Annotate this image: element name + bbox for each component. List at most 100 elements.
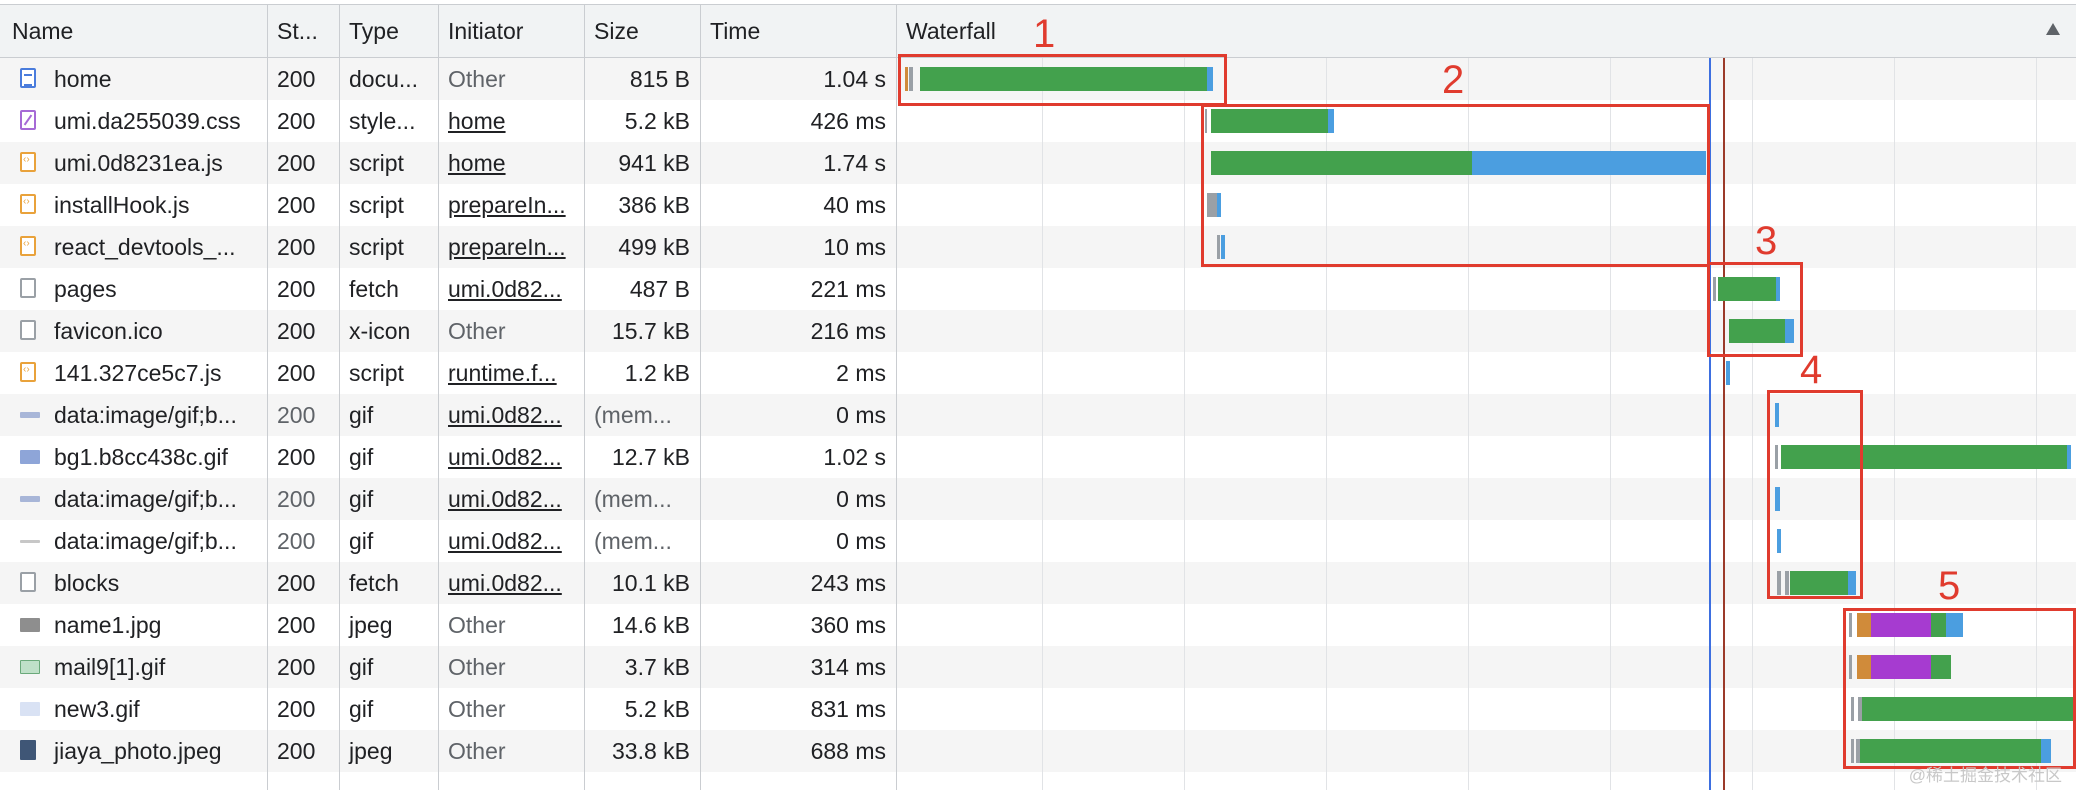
image-icon [20, 702, 40, 716]
table-row[interactable]: bg1.b8cc438c.gif 200 gif umi.0d82... 12.7 kB… [0, 436, 2076, 478]
request-time: 1.04 s [823, 66, 886, 92]
request-initiator[interactable]: umi.0d82... [438, 394, 584, 436]
network-requests-table: Name St... Type Initiator Size Time Wate… [0, 0, 2076, 790]
request-initiator[interactable]: umi.0d82... [438, 562, 584, 604]
fetch-icon [20, 572, 36, 592]
request-time: 40 ms [823, 192, 886, 218]
column-divider[interactable] [267, 4, 268, 790]
request-initiator[interactable]: home [438, 100, 584, 142]
request-type: gif [349, 696, 374, 722]
table-row[interactable]: umi.da255039.css 200 style... home 5.2 kB 426… [0, 100, 2076, 142]
request-name: 141.327ce5c7.js [54, 360, 222, 386]
request-status: 200 [277, 150, 316, 176]
script-icon [20, 152, 36, 172]
request-time: 1.74 s [823, 150, 886, 176]
table-row[interactable]: umi.0d8231ea.js 200 script home 941 kB 1.74 s [0, 142, 2076, 184]
table-row[interactable]: jiaya_photo.jpeg 200 jpeg Other 33.8 kB 688 m… [0, 730, 2076, 772]
column-header-time[interactable]: Time [700, 5, 896, 59]
request-initiator[interactable]: prepareIn... [438, 184, 584, 226]
image-icon [20, 740, 36, 760]
request-type: script [349, 150, 404, 176]
request-type: script [349, 234, 404, 260]
request-size: (mem... [594, 486, 672, 512]
image-icon [20, 660, 40, 674]
document-icon [20, 68, 36, 88]
request-name: umi.0d8231ea.js [54, 150, 223, 176]
script-icon [20, 194, 36, 214]
request-name: data:image/gif;b... [54, 486, 237, 512]
column-header-waterfall[interactable]: Waterfall [896, 5, 2076, 59]
request-time: 0 ms [836, 486, 886, 512]
table-row[interactable]: data:image/gif;b... 200 gif umi.0d82... (mem… [0, 520, 2076, 562]
request-type: style... [349, 108, 416, 134]
table-row[interactable]: name1.jpg 200 jpeg Other 14.6 kB 360 ms [0, 604, 2076, 646]
waterfall-waiting-segment[interactable] [1726, 361, 1730, 385]
request-status: 200 [277, 402, 316, 428]
table-row[interactable]: blocks 200 fetch umi.0d82... 10.1 kB 243 ms [0, 562, 2076, 604]
request-initiator: Other [448, 654, 506, 680]
request-status: 200 [277, 612, 316, 638]
request-initiator[interactable]: runtime.f... [438, 352, 584, 394]
request-status: 200 [277, 360, 316, 386]
request-status: 200 [277, 654, 316, 680]
request-status: 200 [277, 444, 316, 470]
request-size: (mem... [594, 528, 672, 554]
table-row[interactable]: 141.327ce5c7.js 200 script runtime.f... 1.2 … [0, 352, 2076, 394]
sort-ascending-icon[interactable] [2046, 23, 2060, 35]
request-name: react_devtools_... [54, 234, 236, 260]
request-size: 10.1 kB [612, 570, 690, 596]
request-initiator[interactable]: umi.0d82... [438, 268, 584, 310]
request-name: installHook.js [54, 192, 190, 218]
request-initiator[interactable]: umi.0d82... [438, 520, 584, 562]
watermark: @稀土掘金技术社区 [1908, 766, 2062, 785]
request-status: 200 [277, 108, 316, 134]
request-name: blocks [54, 570, 120, 596]
request-size: 1.2 kB [624, 360, 690, 386]
waterfall-gridline [1752, 58, 1753, 790]
table-row[interactable]: mail9[1].gif 200 gif Other 3.7 kB 314 ms [0, 646, 2076, 688]
script-icon [20, 362, 36, 382]
table-row[interactable]: data:image/gif;b... 200 gif umi.0d82... (mem… [0, 478, 2076, 520]
request-name: favicon.ico [54, 318, 163, 344]
request-type: script [349, 192, 404, 218]
request-size: 14.6 kB [612, 612, 690, 638]
request-type: gif [349, 528, 374, 554]
request-initiator: Other [448, 612, 506, 638]
request-initiator[interactable]: umi.0d82... [438, 436, 584, 478]
column-header-size[interactable]: Size [584, 5, 700, 59]
fetch-icon [20, 278, 36, 298]
request-type: jpeg [349, 612, 393, 638]
request-size: 33.8 kB [612, 738, 690, 764]
request-time: 0 ms [836, 402, 886, 428]
request-type: gif [349, 444, 374, 470]
column-header-name[interactable]: Name [2, 5, 267, 59]
column-header-status[interactable]: St... [267, 5, 339, 59]
column-header-initiator[interactable]: Initiator [438, 5, 584, 59]
table-row[interactable]: new3.gif 200 gif Other 5.2 kB 831 ms [0, 688, 2076, 730]
request-size: 941 kB [618, 150, 690, 176]
request-type: fetch [349, 276, 399, 302]
request-time: 360 ms [810, 612, 886, 638]
request-name: bg1.b8cc438c.gif [54, 444, 228, 470]
table-row[interactable]: data:image/gif;b... 200 gif umi.0d82... (mem… [0, 394, 2076, 436]
column-divider[interactable] [339, 4, 340, 790]
request-time: 1.02 s [823, 444, 886, 470]
request-name: new3.gif [54, 696, 140, 722]
request-initiator[interactable]: home [438, 142, 584, 184]
column-divider[interactable] [584, 4, 585, 790]
request-name: pages [54, 276, 117, 302]
request-time: 2 ms [836, 360, 886, 386]
column-header-type[interactable]: Type [339, 5, 439, 59]
request-initiator[interactable]: umi.0d82... [438, 478, 584, 520]
request-initiator: Other [448, 738, 506, 764]
waterfall-waiting-segment[interactable] [2067, 445, 2071, 469]
request-initiator[interactable]: prepareIn... [438, 226, 584, 268]
column-divider[interactable] [896, 4, 897, 790]
request-type: gif [349, 486, 374, 512]
image-icon [20, 412, 40, 418]
request-status: 200 [277, 192, 316, 218]
column-divider[interactable] [700, 4, 701, 790]
column-divider[interactable] [438, 4, 439, 790]
request-initiator: Other [448, 318, 506, 344]
request-time: 221 ms [810, 276, 886, 302]
